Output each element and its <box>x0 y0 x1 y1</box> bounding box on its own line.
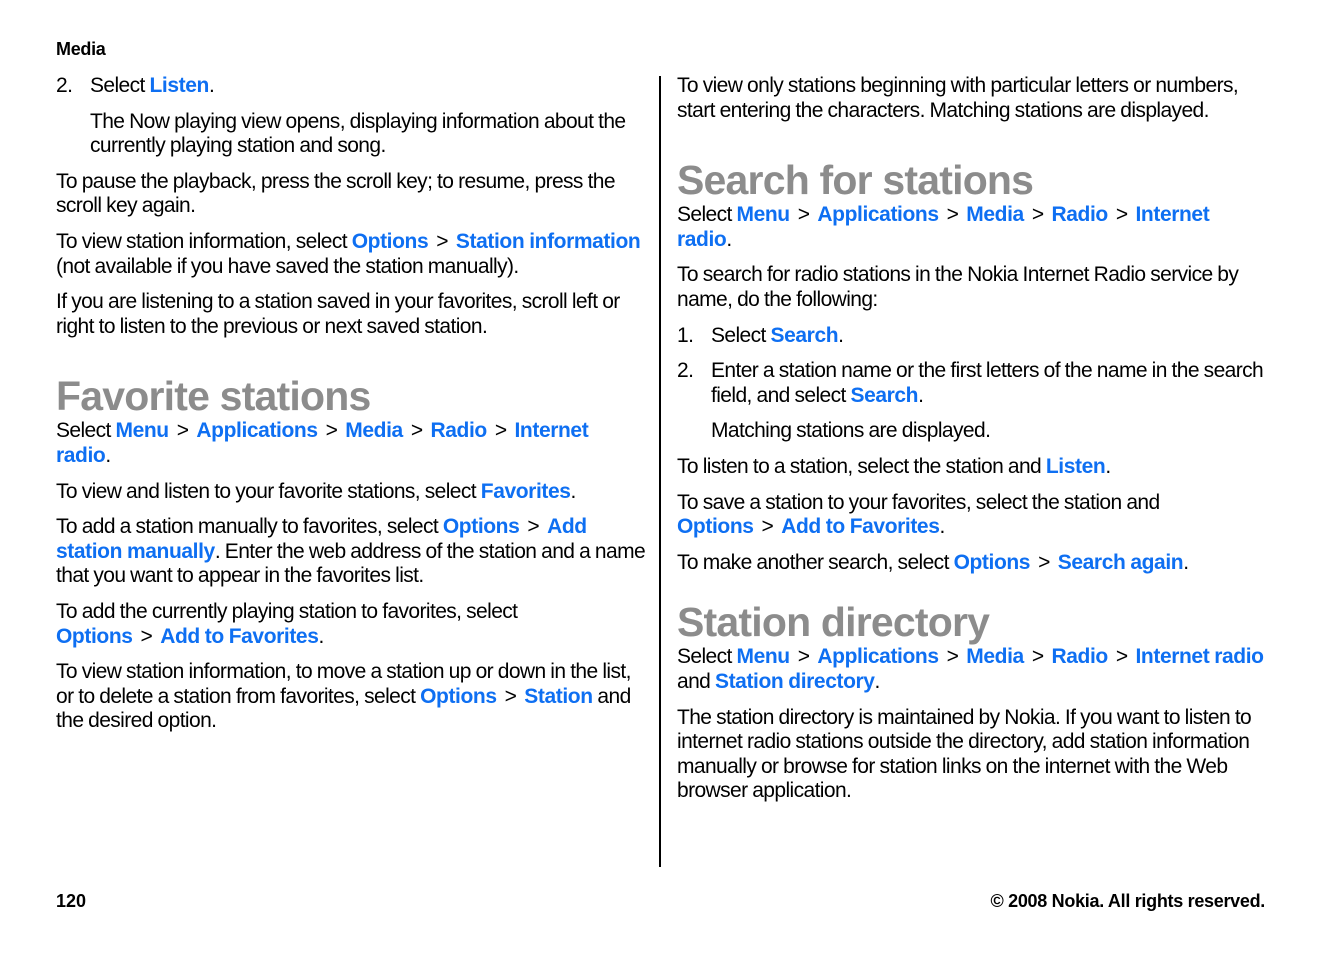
menu-separator: > <box>797 203 810 227</box>
menu-path-link-media[interactable]: Media <box>345 419 403 442</box>
menu-path-link-applications[interactable]: Applications <box>817 645 939 668</box>
options-link[interactable]: Options <box>56 625 133 648</box>
menu-path-link-menu[interactable]: Menu <box>116 419 170 442</box>
search-link[interactable]: Search <box>850 384 918 407</box>
step-number: 2. <box>56 74 73 97</box>
path-prefix: Select <box>677 645 737 669</box>
menu-separator: > <box>527 515 540 539</box>
copyright: © 2008 Nokia. All rights reserved. <box>990 891 1265 911</box>
search-again-link[interactable]: Search again <box>1058 551 1184 574</box>
menu-separator: > <box>1115 203 1128 227</box>
menu-path-link-menu[interactable]: Menu <box>737 645 791 668</box>
add-to-favorites-link[interactable]: Add to Favorites <box>160 625 319 648</box>
station-directory-heading: Station directory <box>677 599 990 646</box>
path-suffix: . <box>726 227 732 251</box>
station-link[interactable]: Station <box>524 685 593 708</box>
search-step-2-detail: Matching stations are displayed. <box>711 419 991 443</box>
listen-paragraph: To listen to a station, select the stati… <box>677 454 1111 478</box>
add-playing-paragraph: To add the currently playing station to … <box>56 599 518 648</box>
page-number: 120 <box>56 891 87 911</box>
column-divider <box>659 76 661 867</box>
options-link[interactable]: Options <box>677 515 754 538</box>
options-link[interactable]: Options <box>443 515 520 538</box>
menu-separator: > <box>176 419 189 443</box>
favorites-scroll-paragraph: If you are listening to a station saved … <box>56 290 620 338</box>
menu-separator: > <box>761 515 774 539</box>
filter-paragraph: To view only stations beginning with par… <box>677 74 1239 122</box>
menu-separator: > <box>946 203 959 227</box>
menu-separator: > <box>436 229 448 253</box>
menu-separator: > <box>140 624 153 648</box>
station-info-paragraph: To view station information, select Opti… <box>56 229 641 278</box>
menu-separator: > <box>946 645 959 669</box>
directory-paragraph: The station directory is maintained by N… <box>677 705 1252 803</box>
manage-favorites-paragraph: To view station information, to move a s… <box>56 660 631 733</box>
menu-path-link-internet-radio[interactable]: Internet radio <box>1136 645 1264 668</box>
path-connector: and <box>677 669 715 693</box>
menu-path-link-radio[interactable]: Radio <box>430 419 487 442</box>
options-link[interactable]: Options <box>954 551 1031 574</box>
menu-separator: > <box>797 645 810 669</box>
search-link[interactable]: Search <box>771 324 839 347</box>
menu-separator: > <box>325 419 338 443</box>
step-2-detail: The Now playing view opens, displaying i… <box>90 109 626 158</box>
search-menu-path: Select Menu > Applications > Media > Radio > Int… <box>677 203 1267 252</box>
search-intro-paragraph: To search for radio stations in the Noki… <box>677 263 1239 311</box>
menu-path-link-media[interactable]: Media <box>966 645 1024 668</box>
menu-path-link-applications[interactable]: Applications <box>817 203 939 226</box>
options-link[interactable]: Options <box>352 230 429 253</box>
menu-separator: > <box>1038 550 1050 574</box>
menu-path-link-menu[interactable]: Menu <box>737 203 791 226</box>
step-2: 2. Select Listen. <box>56 74 215 97</box>
left-column: 2. Select Listen. The Now playing view op… <box>56 74 646 745</box>
path-suffix: . <box>105 443 111 467</box>
add-manual-paragraph: To add a station manually to favorites, … <box>56 515 646 588</box>
right-column: To view only stations beginning with par… <box>677 74 1267 815</box>
save-paragraph: To save a station to your favorites, sel… <box>677 490 1160 539</box>
page-header-section: Media <box>56 39 106 59</box>
search-step-2: 2. Enter a station name or the first lett… <box>677 359 1264 407</box>
path-prefix: Select <box>677 203 737 227</box>
listen-link[interactable]: Listen <box>1046 455 1106 478</box>
favorites-link[interactable]: Favorites <box>481 480 571 503</box>
search-again-paragraph: To make another search, select Options > S… <box>677 550 1189 574</box>
favorite-stations-heading: Favorite stations <box>56 373 371 420</box>
add-to-favorites-link[interactable]: Add to Favorites <box>781 515 940 538</box>
menu-separator: > <box>1031 203 1044 227</box>
pause-paragraph: To pause the playback, press the scroll … <box>56 169 616 218</box>
station-directory-link[interactable]: Station directory <box>715 670 875 693</box>
path-suffix: . <box>874 669 881 693</box>
listen-link[interactable]: Listen <box>150 74 210 97</box>
options-link[interactable]: Options <box>420 685 497 708</box>
menu-separator: > <box>504 684 517 708</box>
favorites-menu-path: Select Menu > Applications > Media > Radio > Int… <box>56 419 646 468</box>
directory-menu-path: Select Menu > Applications > Media > Radio > Int… <box>677 645 1267 694</box>
search-for-stations-heading: Search for stations <box>677 157 1034 204</box>
search-step-1: 1. Select Search. <box>677 323 844 347</box>
menu-separator: > <box>1031 645 1044 669</box>
menu-separator: > <box>410 419 423 443</box>
menu-path-link-applications[interactable]: Applications <box>196 419 318 442</box>
favorites-view-paragraph: To view and listen to your favorite stat… <box>56 479 576 503</box>
path-prefix: Select <box>56 419 116 443</box>
station-information-link[interactable]: Station information <box>456 230 641 253</box>
menu-separator: > <box>494 419 507 443</box>
menu-path-link-radio[interactable]: Radio <box>1051 203 1108 226</box>
menu-path-link-radio[interactable]: Radio <box>1051 645 1108 668</box>
menu-separator: > <box>1115 645 1128 669</box>
menu-path-link-media[interactable]: Media <box>966 203 1024 226</box>
